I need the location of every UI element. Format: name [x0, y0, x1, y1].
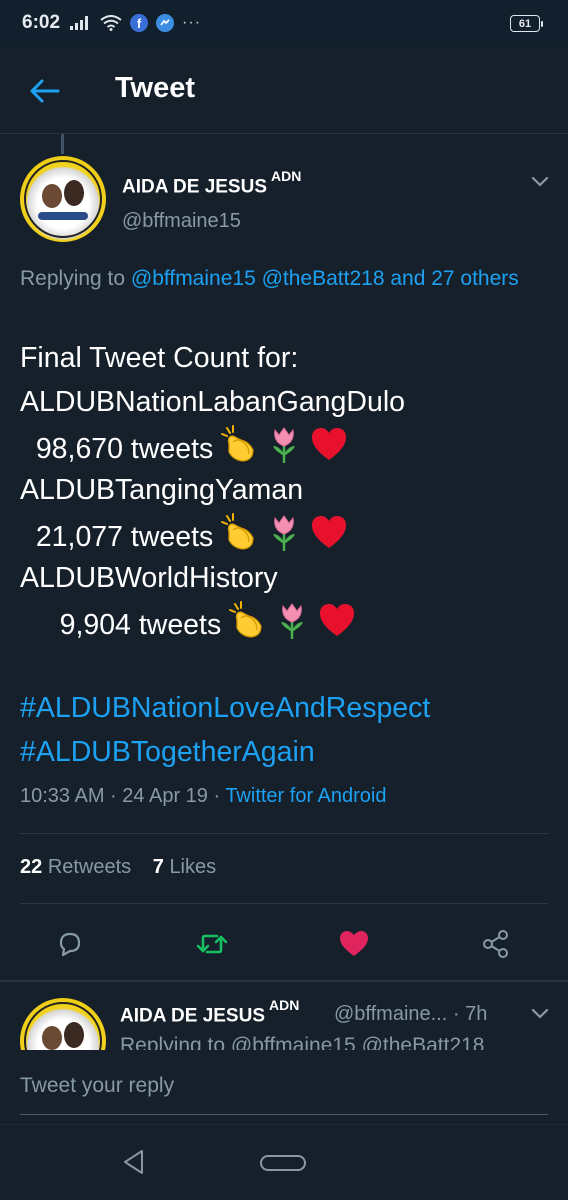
others-link[interactable]: and 27 others: [385, 267, 518, 290]
comment-icon: [59, 932, 81, 957]
compose-bar: Tweet your reply: [0, 1050, 568, 1124]
retweet-button[interactable]: [192, 924, 232, 964]
reply-handle-time: @bffmaine... · 7h: [334, 1003, 488, 1025]
back-button[interactable]: [28, 76, 62, 106]
red-heart-icon: [309, 513, 349, 564]
replying-to: Replying to @bffmaine15 @theBatt218 and …: [20, 267, 519, 290]
app-bar: Tweet: [0, 46, 568, 134]
status-bar: 6:02 f ··· 61: [0, 0, 568, 46]
status-time: 6:02: [22, 12, 61, 33]
reply-button[interactable]: [50, 924, 90, 964]
retweet-icon: [196, 934, 228, 954]
red-heart-icon: [317, 601, 357, 652]
heart-icon: [340, 931, 368, 956]
reply-author-suffix: ADN: [269, 997, 300, 1013]
author-suffix: ADN: [271, 168, 302, 184]
arrow-left-icon: [30, 79, 60, 103]
tweet-text: Final Tweet Count for: ALDUBNationLabanG…: [20, 336, 560, 644]
system-nav-bar: [0, 1124, 568, 1200]
tweet-line: 9,904 tweets: [20, 600, 560, 644]
hashtag-link[interactable]: #ALDUBNationLoveAndRespect: [20, 686, 430, 730]
divider: [20, 833, 548, 834]
tweet-line: ALDUBNationLabanGangDulo: [20, 386, 406, 418]
share-button[interactable]: [476, 924, 516, 964]
reply-input[interactable]: Tweet your reply: [20, 1074, 174, 1098]
battery-icon: 61: [510, 15, 543, 32]
status-icons: f ···: [70, 14, 201, 32]
facebook-icon: f: [130, 14, 149, 32]
tweet-stats: 22 Retweets 7 Likes: [20, 856, 216, 879]
tweet-meta: 10:33 AM · 24 Apr 19 · Twitter for Andro…: [20, 785, 387, 808]
share-icon: [483, 930, 508, 958]
thread-connector: [61, 134, 64, 154]
system-back-button[interactable]: [120, 1147, 148, 1182]
retweets-stat[interactable]: 22 Retweets: [20, 856, 131, 878]
tweet-timestamp: 10:33 AM · 24 Apr 19 ·: [20, 785, 226, 807]
input-underline: [20, 1114, 548, 1115]
reply-author-name[interactable]: AIDA DE JESUSADN: [120, 997, 299, 1027]
avatar[interactable]: [20, 156, 106, 242]
red-heart-icon: [309, 425, 349, 476]
triangle-back-icon: [124, 1150, 143, 1174]
page-title: Tweet: [115, 72, 196, 104]
tweet-menu-button[interactable]: [530, 174, 550, 193]
tweet-source-link[interactable]: Twitter for Android: [225, 785, 386, 807]
hashtags: #ALDUBNationLoveAndRespect #ALDUBTogethe…: [20, 686, 430, 774]
divider: [20, 903, 548, 904]
system-home-button[interactable]: [260, 1155, 306, 1171]
author-handle[interactable]: @bffmaine15: [122, 210, 241, 233]
tweet-line: 98,670 tweets: [20, 424, 560, 468]
reply-menu-button[interactable]: [530, 1006, 550, 1025]
reply-preview-text: Replying to @bffmaine15 @theBatt218: [120, 1034, 485, 1050]
tweet-line: Final Tweet Count for:: [20, 342, 299, 374]
clapping-hands-icon: [227, 600, 267, 653]
chevron-down-icon: [531, 1008, 549, 1019]
messenger-icon: [156, 14, 175, 32]
like-button[interactable]: [334, 924, 374, 964]
chevron-down-icon: [531, 176, 549, 187]
tweet-line: 21,077 tweets: [20, 512, 560, 556]
signal-icon: [70, 16, 89, 30]
hashtag-link[interactable]: #ALDUBTogetherAgain: [20, 730, 430, 774]
section-separator: [0, 980, 568, 982]
tweet-line: ALDUBTangingYaman: [20, 474, 304, 506]
tulip-icon: [273, 600, 311, 653]
likes-stat[interactable]: 7 Likes: [153, 856, 216, 878]
author-name[interactable]: AIDA DE JESUSADN: [122, 168, 301, 198]
mention-link[interactable]: @theBatt218: [262, 267, 385, 290]
battery-level: 61: [518, 17, 532, 30]
mention-link[interactable]: @bffmaine15: [131, 267, 256, 290]
wifi-icon: [100, 15, 122, 31]
more-notifications-icon: ···: [182, 14, 202, 31]
